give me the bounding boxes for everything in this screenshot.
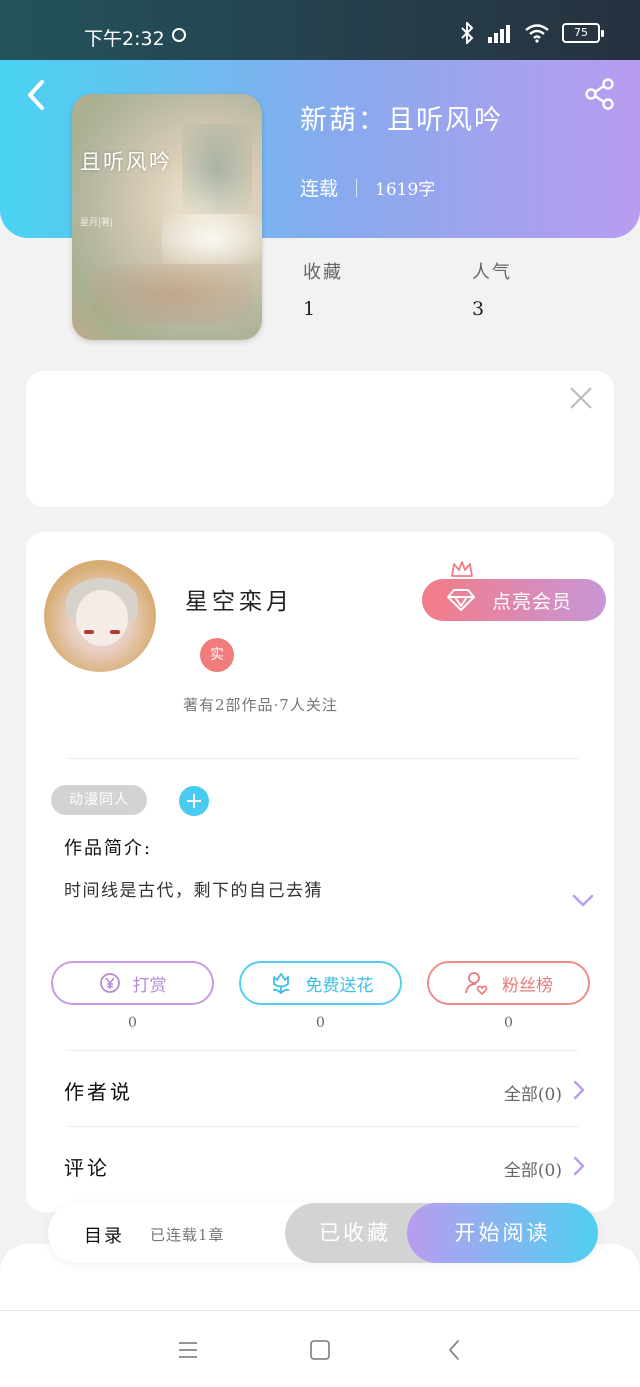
row-value: 全部(0) xyxy=(503,1161,562,1181)
signal-icon xyxy=(488,25,510,43)
status-time: 下午2:32 xyxy=(84,28,165,50)
reward-label: 打赏 xyxy=(132,975,167,996)
chevron-right-icon xyxy=(573,1080,585,1100)
back-icon[interactable] xyxy=(20,78,54,112)
stat-label: 人气 xyxy=(472,262,512,283)
book-status: 连载 xyxy=(300,178,339,200)
close-icon[interactable] xyxy=(568,385,594,411)
fan-count: 0 xyxy=(504,1015,513,1031)
author-name[interactable]: 星空栾月 xyxy=(185,582,293,616)
fan-ranking-label: 粉丝榜 xyxy=(502,975,553,996)
chapter-count: 已连载1章 xyxy=(150,1226,225,1244)
system-nav-bar xyxy=(0,1310,640,1387)
vip-button[interactable]: 点亮会员 xyxy=(422,579,606,621)
add-tag-button[interactable] xyxy=(179,786,209,816)
book-title: 新葫：且听风吟 xyxy=(300,105,503,136)
share-icon[interactable] xyxy=(584,78,616,110)
stat-value: 3 xyxy=(472,298,485,320)
flower-icon xyxy=(272,973,289,995)
bluetooth-icon xyxy=(461,22,474,44)
author-stats: 著有2部作品·7人关注 xyxy=(183,696,338,714)
user-heart-icon xyxy=(465,972,488,996)
send-flower-button[interactable]: 免费送花 xyxy=(239,961,402,1005)
vip-button-label: 点亮会员 xyxy=(492,590,573,613)
yen-coin-icon xyxy=(99,973,120,993)
divider xyxy=(66,1050,578,1051)
genre-tag[interactable]: 动漫同人 xyxy=(51,785,147,815)
comments-row[interactable]: 评论 全部(0) xyxy=(64,1146,586,1186)
fan-ranking-button[interactable]: 粉丝榜 xyxy=(427,961,590,1005)
status-bar: 下午2:32 75 xyxy=(0,0,640,60)
stat-popularity: 人气 3 xyxy=(472,258,512,320)
chevron-right-icon xyxy=(573,1156,585,1176)
wifi-icon xyxy=(525,24,549,43)
reward-button[interactable]: 打赏 xyxy=(51,961,214,1005)
row-value: 全部(0) xyxy=(503,1085,562,1105)
book-meta: 连载 1619字 xyxy=(300,174,435,201)
author-notes-row[interactable]: 作者说 全部(0) xyxy=(64,1070,586,1110)
cover-title: 且听风吟 xyxy=(80,150,172,174)
chevron-down-icon[interactable] xyxy=(572,894,594,908)
back-nav-icon[interactable] xyxy=(444,1339,466,1361)
flower-count: 0 xyxy=(316,1015,325,1031)
send-flower-label: 免费送花 xyxy=(305,975,374,996)
battery-icon: 75 xyxy=(562,23,604,43)
intro-label: 作品简介: xyxy=(64,838,153,859)
menu-icon[interactable] xyxy=(177,1339,199,1361)
verified-badge: 实 xyxy=(200,638,234,672)
divider xyxy=(66,1126,578,1127)
avatar[interactable] xyxy=(44,560,156,672)
cover-author: 星月|著| xyxy=(80,218,114,228)
toc-button[interactable]: 目录 xyxy=(84,1222,124,1248)
book-cover[interactable]: 且听风吟 星月|著| xyxy=(72,94,262,340)
stat-favorites: 收藏 1 xyxy=(303,258,343,320)
divider xyxy=(66,758,578,759)
row-label: 作者说 xyxy=(64,1080,133,1104)
stat-label: 收藏 xyxy=(303,262,343,283)
crown-icon xyxy=(451,561,473,577)
diamond-icon xyxy=(447,589,475,611)
intro-text: 时间线是古代，剩下的自己去猜 xyxy=(64,881,323,901)
row-label: 评论 xyxy=(64,1156,110,1180)
start-reading-button[interactable]: 开始阅读 xyxy=(407,1203,598,1263)
meta-divider xyxy=(356,178,358,197)
author-card: 星空栾月 实 著有2部作品·7人关注 点亮会员 动漫同人 作品简介: 时间线是古… xyxy=(26,532,614,1212)
stat-value: 1 xyxy=(303,298,316,320)
home-icon[interactable] xyxy=(309,1339,331,1361)
app-notification-icon xyxy=(172,28,186,42)
bottom-action-bar: 目录 已连载1章 已收藏 开始阅读 xyxy=(48,1203,598,1263)
ad-card xyxy=(26,371,614,507)
word-count: 1619字 xyxy=(375,180,436,200)
status-icons: 75 xyxy=(460,22,604,44)
reward-count: 0 xyxy=(128,1015,137,1031)
